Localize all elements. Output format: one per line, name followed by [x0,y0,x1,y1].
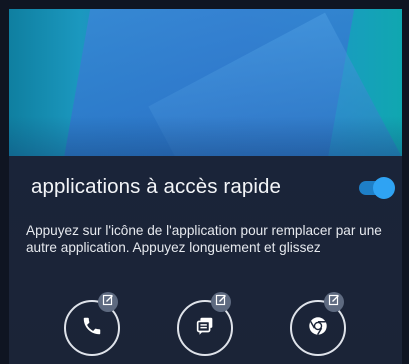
edit-badge[interactable] [98,292,118,312]
chrome-icon [307,315,329,342]
quick-app-chrome[interactable] [290,292,346,356]
frame-top [0,0,409,9]
quick-apps-row [9,286,402,364]
edit-icon [215,293,227,311]
edit-icon [328,293,340,311]
phone-icon [81,315,103,342]
wallpaper-preview [9,9,402,156]
wallpaper-shade [9,116,402,156]
lock-screen-settings: applications à accès rapide Appuyez sur … [0,0,409,364]
quick-app-phone[interactable] [64,292,120,356]
quick-access-toggle[interactable] [357,176,395,200]
edit-badge[interactable] [211,292,231,312]
panel-title: applications à accès rapide [31,175,281,198]
messages-icon [194,315,216,342]
quick-access-panel: applications à accès rapide Appuyez sur … [9,156,402,364]
quick-app-messages[interactable] [177,292,233,356]
toggle-thumb [373,177,395,199]
frame-left [0,0,9,364]
edit-badge[interactable] [324,292,344,312]
frame-right [402,0,409,364]
edit-icon [102,293,114,311]
panel-description: Appuyez sur l'icône de l'application pou… [26,223,382,255]
